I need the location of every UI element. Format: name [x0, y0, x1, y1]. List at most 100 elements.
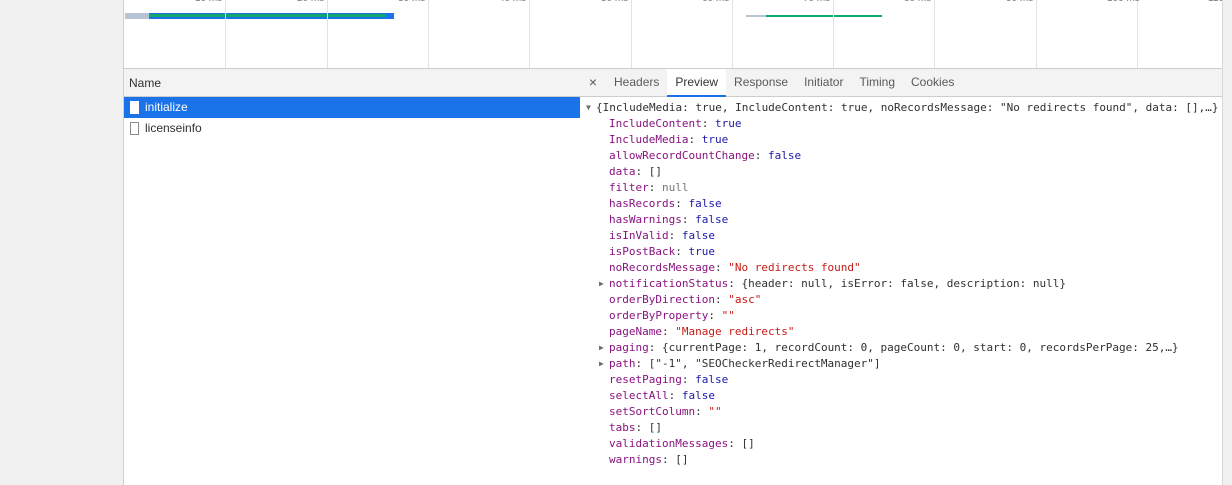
json-property-row[interactable]: ▶ notificationStatus: {header: null, isEr… [580, 276, 1222, 292]
json-property-row: IncludeMedia: true [580, 132, 1222, 148]
timeline-gridline [428, 0, 429, 68]
json-value: [] [648, 165, 662, 178]
json-property-row: selectAll: false [580, 388, 1222, 404]
timeline-gridline [1036, 0, 1037, 68]
request-row-initialize[interactable]: initialize [124, 97, 580, 118]
json-separator: : [675, 245, 689, 258]
name-column-header[interactable]: Name [124, 69, 580, 97]
json-key: IncludeContent [609, 117, 702, 130]
tab-headers[interactable]: Headers [606, 69, 667, 96]
json-key: IncludeMedia [609, 133, 689, 146]
json-key: pageName [609, 325, 662, 338]
json-separator: : [728, 437, 742, 450]
timeline-tick-label: 30 ms [398, 0, 425, 4]
timeline-tick-label: 60 ms [702, 0, 729, 4]
json-key: tabs [609, 421, 636, 434]
json-root-summary: {IncludeMedia: true, IncludeContent: tru… [596, 101, 1219, 114]
request-list: initialize licenseinfo [124, 97, 580, 139]
json-value: "No redirects found" [728, 261, 861, 274]
timeline-gridline [732, 0, 733, 68]
json-key: isPostBack [609, 245, 676, 258]
json-value: false [681, 389, 715, 402]
json-value: "" [708, 405, 722, 418]
json-value: true [714, 117, 742, 130]
timeline-overview[interactable]: 10 ms 20 ms 30 ms 40 ms 50 ms 60 ms 70 ms 80 ms… [123, 0, 1223, 68]
collapsed-triangle-icon[interactable]: ▶ [599, 276, 609, 292]
json-value: "Manage redirects" [675, 325, 795, 338]
initialize-ttfb-bar [149, 14, 386, 17]
timeline-gridline [833, 0, 834, 68]
json-value: true [688, 245, 715, 258]
json-property-row: filter: null [580, 180, 1222, 196]
json-separator: : [635, 357, 649, 370]
json-key: path [609, 357, 636, 370]
json-properties: IncludeContent: true IncludeMedia: true al… [580, 116, 1222, 468]
json-key: resetPaging [609, 373, 682, 386]
json-value: [] [741, 437, 755, 450]
close-icon[interactable]: × [580, 69, 606, 96]
json-separator: : [688, 133, 702, 146]
collapsed-triangle-icon[interactable]: ▶ [599, 340, 609, 356]
json-key: paging [609, 341, 649, 354]
json-key: selectAll [609, 389, 669, 402]
json-key: noRecordsMessage [609, 261, 715, 274]
json-key: data [609, 165, 636, 178]
initialize-waiting-bar [125, 13, 149, 19]
timeline-gridline [934, 0, 935, 68]
tab-timing[interactable]: Timing [851, 69, 903, 96]
request-row-licenseinfo[interactable]: licenseinfo [124, 118, 580, 139]
json-value: {currentPage: 1, recordCount: 0, pageCou… [662, 341, 1179, 354]
json-property-row: orderByDirection: "asc" [580, 292, 1222, 308]
json-property-row: hasWarnings: false [580, 212, 1222, 228]
json-key: orderByProperty [609, 309, 709, 322]
json-separator: : [681, 213, 696, 226]
json-value: true [701, 133, 729, 146]
timeline-tick-label: 90 ms [1006, 0, 1033, 4]
json-value: false [695, 373, 729, 386]
json-key: setSortColumn [609, 405, 696, 418]
collapsed-triangle-icon[interactable]: ▶ [599, 356, 609, 372]
json-property-row: validationMessages: [] [580, 436, 1222, 452]
tab-initiator[interactable]: Initiator [796, 69, 851, 96]
licenseinfo-waiting-bar [746, 15, 766, 17]
json-property-row: isPostBack: true [580, 244, 1222, 260]
json-root-row[interactable]: ▼ {IncludeMedia: true, IncludeContent: tr… [580, 100, 1222, 116]
expanded-triangle-icon[interactable]: ▼ [586, 100, 596, 116]
json-key: allowRecordCountChange [609, 149, 755, 162]
json-separator: : [695, 405, 709, 418]
json-property-row: pageName: "Manage redirects" [580, 324, 1222, 340]
json-value: "" [721, 309, 735, 322]
tab-response[interactable]: Response [726, 69, 796, 96]
request-name: licenseinfo [145, 121, 202, 135]
json-value: "asc" [728, 293, 762, 306]
json-separator: : [701, 117, 715, 130]
timeline-tick-label: 20 ms [297, 0, 324, 4]
json-separator: : [708, 309, 722, 322]
json-property-row[interactable]: ▶ path: ["-1", "SEOCheckerRedirectManager… [580, 356, 1222, 372]
timeline-tick-label: 100 ms [1107, 0, 1140, 4]
json-value: null [662, 181, 689, 194]
detail-tabbar: × Headers Preview Response Initiator Timing C… [580, 69, 1222, 97]
json-property-row: warnings: [] [580, 452, 1222, 468]
json-key: hasWarnings [609, 213, 682, 226]
json-value: false [695, 213, 729, 226]
json-key: filter [609, 181, 649, 194]
json-property-row: tabs: [] [580, 420, 1222, 436]
document-icon [130, 122, 139, 135]
json-preview-tree: ▼ {IncludeMedia: true, IncludeContent: tr… [580, 97, 1222, 468]
json-separator: : [681, 373, 696, 386]
json-property-row: data: [] [580, 164, 1222, 180]
json-separator: : [635, 165, 649, 178]
right-edge-strip [1222, 0, 1232, 485]
tab-preview[interactable]: Preview [667, 69, 727, 97]
json-separator: : [754, 149, 768, 162]
json-property-row: resetPaging: false [580, 372, 1222, 388]
json-key: isInValid [609, 229, 669, 242]
json-value: false [767, 149, 802, 162]
timeline-gridline [529, 0, 530, 68]
tab-cookies[interactable]: Cookies [903, 69, 962, 96]
json-property-row[interactable]: ▶ paging: {currentPage: 1, recordCount: 0… [580, 340, 1222, 356]
licenseinfo-ttfb-bar [766, 15, 882, 17]
json-separator: : [635, 421, 649, 434]
json-property-row: noRecordsMessage: "No redirects found" [580, 260, 1222, 276]
